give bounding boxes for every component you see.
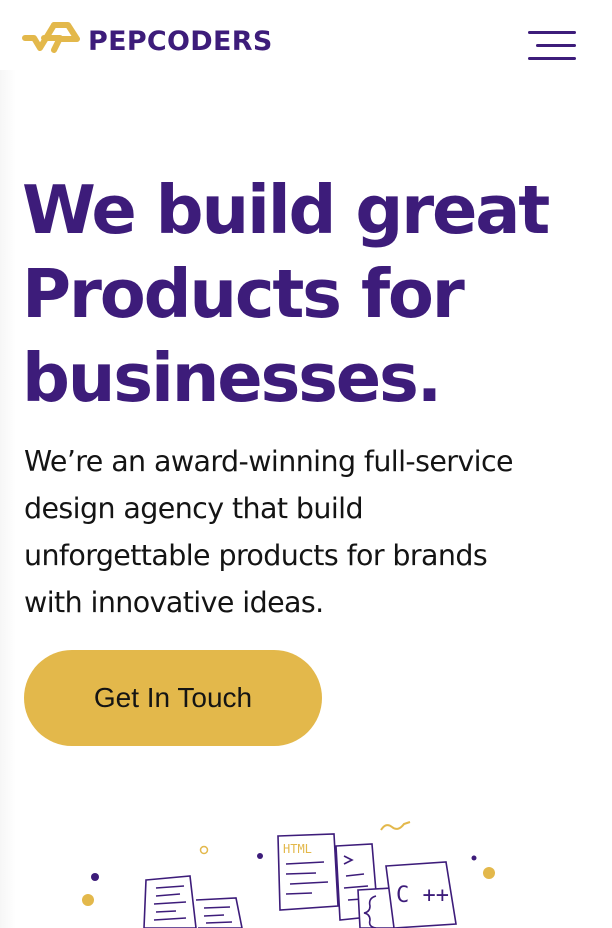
- get-in-touch-button[interactable]: Get In Touch: [24, 650, 322, 746]
- brand-logo-link[interactable]: PEPCODERS: [22, 20, 273, 62]
- document-sketch: [143, 875, 197, 928]
- hero-description-line: unforgettable products for brands: [24, 539, 488, 572]
- decor-dot: [257, 853, 263, 859]
- pepcoders-logo-icon: [22, 22, 80, 53]
- hero-description-line: design agency that build: [24, 492, 364, 525]
- html-label: HTML: [283, 842, 312, 856]
- menu-button[interactable]: [526, 30, 578, 64]
- hero-description: We’re an award-winning full-service desi…: [24, 438, 594, 626]
- decor-dot: [471, 855, 477, 861]
- decor-squiggle: [380, 821, 411, 831]
- hero-title-line: Products for: [22, 255, 465, 333]
- hero-title-line: businesses.: [22, 339, 442, 417]
- hero-description-line: with innovative ideas.: [24, 586, 324, 619]
- code-page-sketch: [357, 887, 395, 928]
- decor-ring: [199, 845, 209, 855]
- decor-dot: [483, 867, 495, 879]
- decor-dot: [91, 873, 99, 881]
- hero-title-line: We build great: [22, 171, 550, 249]
- brand-name: PEPCODERS: [88, 25, 273, 57]
- cpp-document-sketch: C ++: [385, 861, 457, 928]
- document-sketch: [195, 897, 243, 928]
- hero-title: We build great Products for businesses.: [22, 168, 592, 420]
- html-document-sketch: HTML: [277, 833, 339, 911]
- decor-dot: [82, 894, 94, 906]
- site-header: PEPCODERS: [0, 0, 612, 90]
- hero-description-line: We’re an award-winning full-service: [24, 445, 514, 478]
- coding-illustration: HTML C ++: [82, 821, 495, 928]
- cpp-label: C ++: [396, 883, 449, 908]
